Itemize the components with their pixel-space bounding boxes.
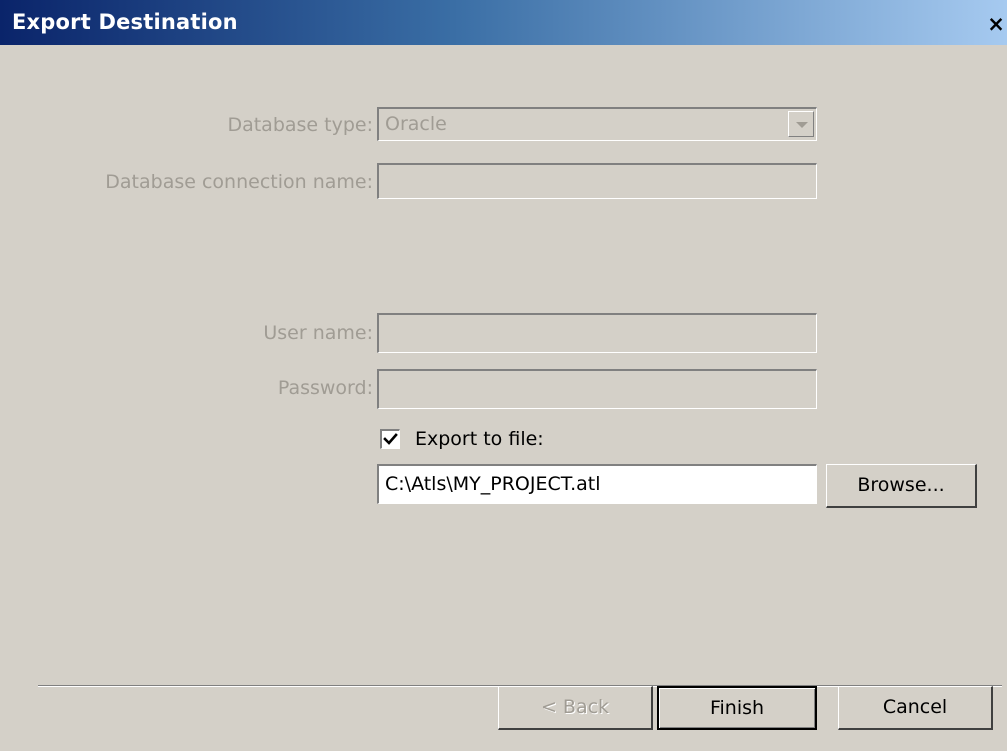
database-type-value: Oracle — [385, 113, 447, 135]
window-title: Export Destination — [12, 10, 238, 34]
export-destination-dialog: Export Destination × Database type: Orac… — [0, 0, 1007, 751]
export-to-file-checkbox[interactable] — [380, 429, 400, 449]
file-path-value: C:\Atls\MY_PROJECT.atl — [385, 473, 601, 495]
user-name-label: User name: — [263, 322, 373, 344]
database-type-label: Database type: — [227, 114, 373, 136]
back-button-label: < Back — [540, 696, 610, 718]
browse-button[interactable]: Browse... — [826, 464, 977, 508]
finish-button-label: Finish — [709, 697, 765, 719]
password-label: Password: — [277, 377, 373, 399]
close-icon[interactable]: × — [985, 12, 1007, 36]
connection-name-label: Database connection name: — [105, 171, 373, 193]
user-name-field[interactable] — [377, 313, 817, 353]
dropdown-button[interactable] — [788, 111, 814, 137]
browse-button-label: Browse... — [857, 474, 945, 496]
password-field[interactable] — [377, 369, 817, 409]
cancel-button-label: Cancel — [882, 696, 948, 718]
connection-name-field[interactable] — [377, 163, 817, 199]
chevron-down-icon — [796, 122, 808, 128]
export-to-file-label[interactable]: Export to file: — [415, 428, 544, 450]
database-type-select[interactable]: Oracle — [377, 107, 817, 141]
back-button[interactable]: < Back — [498, 686, 653, 730]
checkmark-icon — [383, 433, 398, 445]
cancel-button[interactable]: Cancel — [838, 686, 993, 730]
file-path-input[interactable]: C:\Atls\MY_PROJECT.atl — [377, 464, 817, 504]
finish-button[interactable]: Finish — [657, 686, 817, 730]
title-bar: Export Destination × — [0, 0, 1007, 45]
